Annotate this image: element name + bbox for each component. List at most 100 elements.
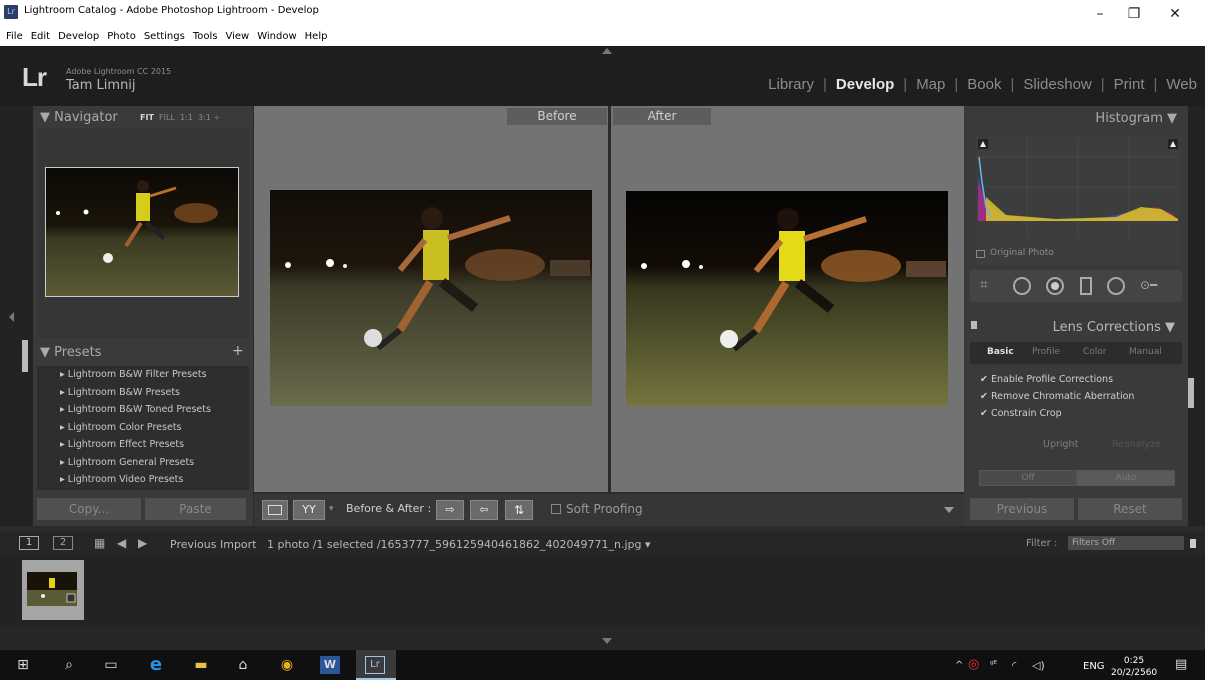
menu-photo[interactable]: Photo — [107, 30, 136, 44]
tab-color[interactable]: Color — [1083, 347, 1107, 357]
menu-tools[interactable]: Tools — [193, 30, 218, 44]
preset-folder[interactable]: ▸ Lightroom General Presets — [60, 457, 194, 468]
view-dropdown-icon[interactable]: ▾ — [329, 504, 334, 514]
grid-view-icon[interactable]: ▦ — [94, 536, 105, 550]
navigator-title: Navigator — [54, 110, 118, 125]
add-preset-icon[interactable]: + — [232, 343, 244, 359]
preset-folder[interactable]: ▸ Lightroom B&W Toned Presets — [60, 404, 211, 415]
module-book[interactable]: Book — [967, 76, 1001, 93]
histogram — [976, 137, 1180, 265]
loupe-view-button[interactable] — [262, 500, 288, 520]
graduated-filter-icon[interactable] — [1080, 277, 1092, 295]
constrain-crop-checkbox[interactable]: ✔ Constrain Crop — [980, 408, 1062, 419]
task-view-icon[interactable]: ▭ — [100, 654, 122, 676]
copy-before-to-after-icon[interactable]: ⇨ — [436, 500, 464, 520]
radial-filter-icon[interactable] — [1107, 277, 1125, 295]
menu-settings[interactable]: Settings — [144, 30, 185, 44]
remove-chromatic-aberration-checkbox[interactable]: ✔ Remove Chromatic Aberration — [980, 391, 1134, 402]
film-thumbnail[interactable] — [22, 560, 84, 620]
tab-manual[interactable]: Manual — [1129, 347, 1162, 357]
reanalyze-button[interactable]: Reanalyze — [1112, 439, 1161, 450]
primary-window-button[interactable]: 1 — [19, 536, 39, 550]
tray-expand-icon[interactable]: ^ — [955, 660, 963, 671]
toolbar-menu-icon[interactable] — [944, 507, 954, 513]
chrome-icon[interactable]: ◉ — [276, 654, 298, 676]
secondary-window-button[interactable]: 2 — [53, 536, 73, 550]
upright-off-button[interactable]: Off — [980, 471, 1076, 485]
paste-button[interactable]: Paste — [145, 498, 246, 520]
histogram-header[interactable]: Histogram ▼ — [1095, 111, 1177, 126]
preset-folder[interactable]: ▸ Lightroom Effect Presets — [60, 439, 184, 450]
swap-icon[interactable]: ⇅ — [505, 500, 533, 520]
windows-start-icon[interactable]: ⊞ — [12, 654, 34, 676]
module-slideshow[interactable]: Slideshow — [1023, 76, 1091, 93]
menu-bar: File Edit Develop Photo Settings Tools View Win… — [0, 30, 1205, 46]
maximize-button[interactable]: ❐ — [1119, 6, 1149, 22]
selection-info[interactable]: 1 photo /1 selected /1653777_59612594046… — [267, 538, 651, 551]
soft-proofing-checkbox[interactable] — [551, 504, 561, 514]
collapse-top-icon[interactable] — [602, 48, 612, 54]
left-scrollbar[interactable] — [22, 340, 28, 372]
panel-toggle-icon[interactable] — [971, 321, 977, 329]
lens-corrections-header[interactable]: Lens Corrections ▼ — [1053, 320, 1175, 335]
preset-folder[interactable]: ▸ Lightroom B&W Filter Presets — [60, 369, 207, 380]
right-scrollbar[interactable] — [1188, 378, 1194, 408]
menu-window[interactable]: Window — [257, 30, 296, 44]
filter-lock-icon[interactable] — [1190, 539, 1196, 548]
zoom-fit[interactable]: FIT — [140, 113, 154, 122]
edge-browser-icon[interactable]: e — [145, 654, 167, 676]
original-photo-checkbox[interactable] — [976, 250, 985, 258]
input-method-icon[interactable]: ᵍᴱ — [990, 660, 997, 670]
previous-button[interactable]: Previous — [970, 498, 1074, 520]
crop-tool-icon[interactable]: ⌗ — [980, 277, 1000, 295]
filter-select[interactable]: Filters Off — [1068, 536, 1184, 550]
collapse-bottom-icon[interactable] — [602, 638, 612, 644]
file-explorer-icon[interactable]: ▬ — [190, 654, 212, 676]
adjustment-brush-icon[interactable]: ⊙━ — [1140, 278, 1170, 294]
tab-basic[interactable]: Basic — [987, 347, 1014, 357]
module-develop[interactable]: Develop — [836, 76, 894, 93]
preset-folder[interactable]: ▸ Lightroom Video Presets — [60, 474, 183, 485]
zoom-fill[interactable]: FILL — [159, 113, 175, 122]
close-button[interactable]: ✕ — [1160, 6, 1190, 22]
collapse-left-icon[interactable] — [9, 312, 14, 322]
module-map[interactable]: Map — [916, 76, 945, 93]
copy-after-to-before-icon[interactable]: ⇦ — [470, 500, 498, 520]
wifi-icon[interactable]: ◜ — [1012, 659, 1016, 672]
notifications-icon[interactable]: ▤ — [1175, 657, 1187, 672]
preset-folder[interactable]: ▸ Lightroom Color Presets — [60, 422, 182, 433]
upright-auto-button[interactable]: Auto — [1078, 471, 1174, 485]
search-icon[interactable]: ⌕ — [58, 654, 80, 676]
reset-button[interactable]: Reset — [1078, 498, 1182, 520]
zoom-3-1[interactable]: 3:1 ÷ — [198, 113, 220, 122]
spot-removal-icon[interactable] — [1013, 277, 1031, 295]
menu-develop[interactable]: Develop — [58, 30, 99, 44]
forward-arrow-icon[interactable]: ▶ — [138, 536, 147, 550]
tab-profile[interactable]: Profile — [1032, 347, 1060, 357]
volume-icon[interactable]: ◁) — [1032, 659, 1045, 672]
module-library[interactable]: Library — [768, 76, 814, 93]
copy-button[interactable]: Copy... — [37, 498, 141, 520]
minimize-button[interactable]: – — [1085, 6, 1115, 22]
source-label[interactable]: Previous Import — [170, 538, 257, 551]
navigator-header[interactable]: ▼ Navigator — [40, 110, 118, 125]
enable-profile-corrections-checkbox[interactable]: ✔ Enable Profile Corrections — [980, 374, 1113, 385]
clock[interactable]: 0:25 20/2/2560 — [1111, 655, 1157, 679]
language-indicator[interactable]: ENG — [1083, 661, 1105, 672]
preset-folder[interactable]: ▸ Lightroom B&W Presets — [60, 387, 180, 398]
security-tray-icon[interactable]: ◎ — [968, 657, 979, 672]
before-after-view-button[interactable]: YY — [293, 500, 325, 520]
menu-view[interactable]: View — [225, 30, 249, 44]
module-web[interactable]: Web — [1166, 76, 1197, 93]
red-eye-icon[interactable] — [1046, 277, 1064, 295]
presets-header[interactable]: ▼ Presets — [40, 345, 101, 360]
navigator-preview[interactable] — [45, 167, 239, 297]
menu-edit[interactable]: Edit — [31, 30, 50, 44]
module-print[interactable]: Print — [1114, 76, 1145, 93]
menu-help[interactable]: Help — [305, 30, 328, 44]
word-icon[interactable]: W — [320, 656, 340, 674]
store-icon[interactable]: ⌂ — [232, 654, 254, 676]
menu-file[interactable]: File — [6, 30, 23, 44]
zoom-1-1[interactable]: 1:1 — [180, 113, 193, 122]
back-arrow-icon[interactable]: ◀ — [117, 536, 126, 550]
